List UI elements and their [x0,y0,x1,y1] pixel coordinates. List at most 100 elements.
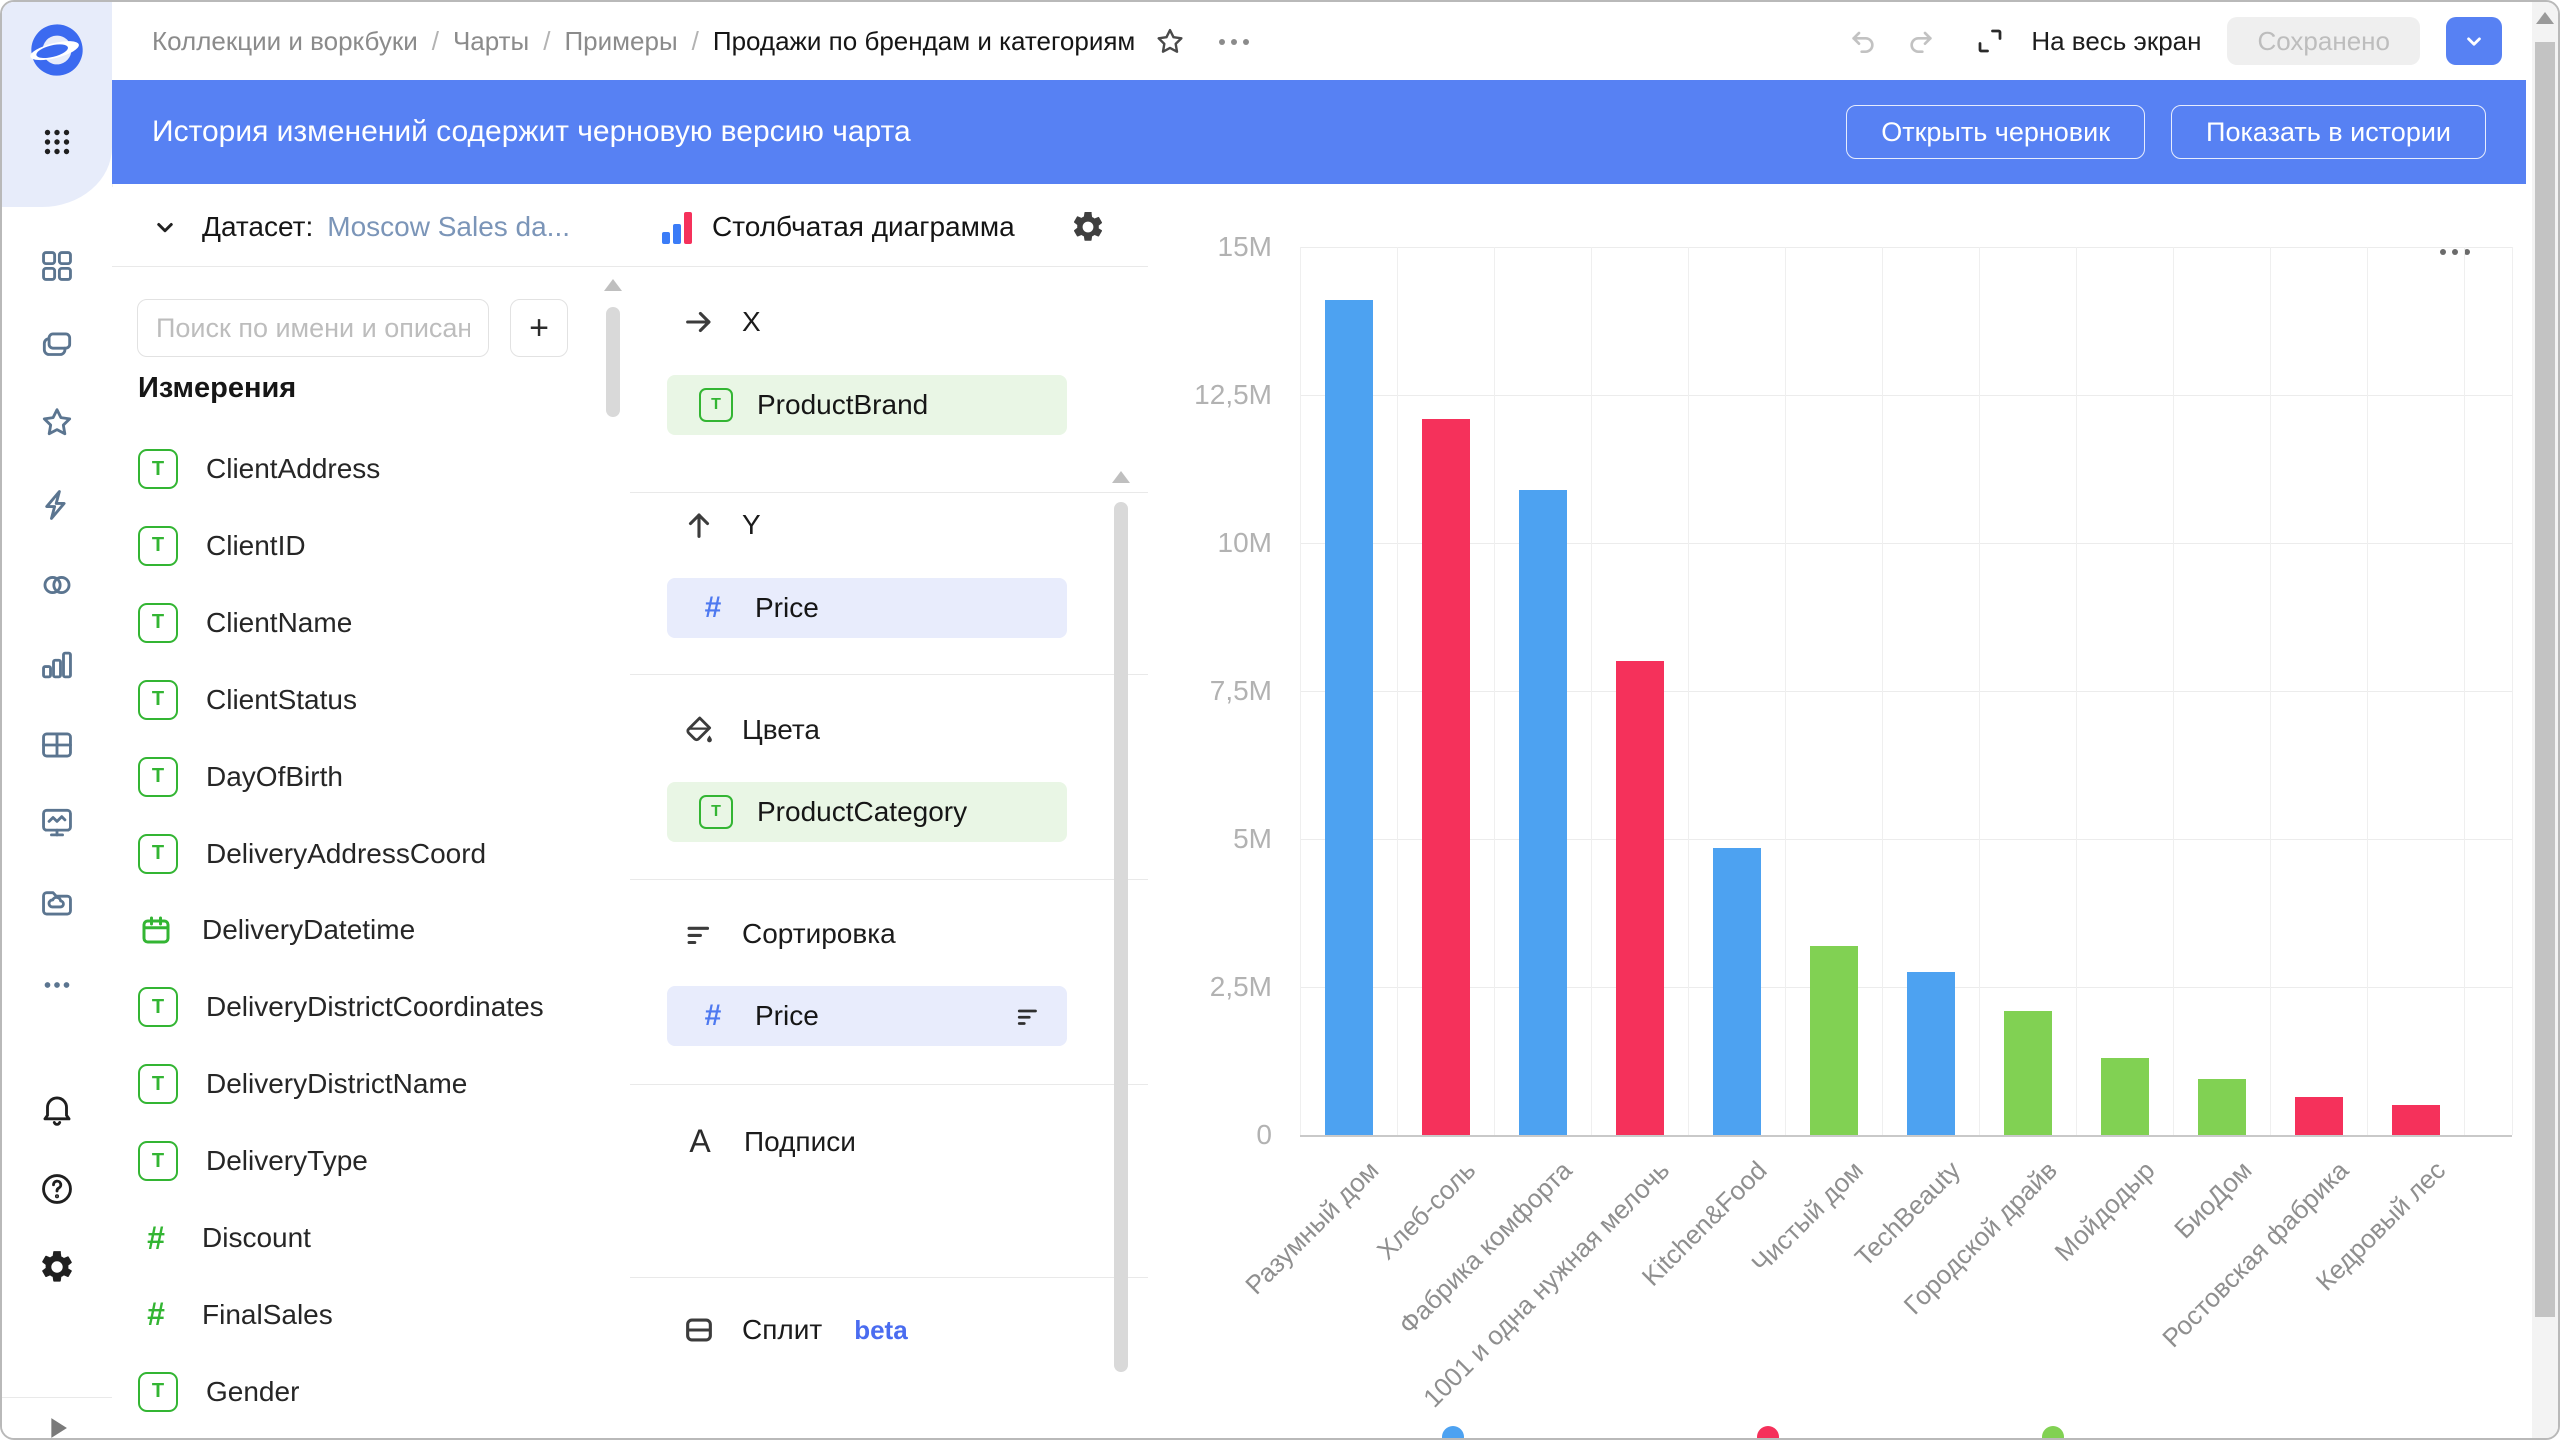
saved-button[interactable]: Сохранено [2227,17,2420,65]
field-row[interactable]: TClientName [138,593,578,653]
scrollbar-thumb[interactable] [2535,42,2555,1317]
bar-1001 и одна нужная мелочь[interactable] [1616,661,1664,1135]
chevron-down-icon[interactable] [150,212,180,242]
bar-Фабрика комфорта[interactable] [1519,490,1567,1135]
expand-sidebar-button[interactable] [2,1400,112,1440]
storage-folder-nav-item[interactable] [2,875,112,931]
undo-button[interactable] [1847,25,1879,57]
field-row[interactable]: TDayOfBirth [138,747,578,807]
favorites-star-nav-item[interactable] [2,395,112,451]
x-gridline [1979,247,1980,1135]
apps-grid-nav-item[interactable] [2,114,112,170]
x-field-chip[interactable]: T ProductBrand [667,375,1067,435]
add-field-button[interactable]: + [510,299,568,357]
dashboards-nav-item[interactable] [2,238,112,294]
legend-item[interactable]: Б [2042,1426,2093,1440]
fullscreen-button[interactable] [1975,26,2005,56]
breadcrumb-item[interactable]: Коллекции и воркбуки [152,26,418,57]
bar-chart-icon [662,210,692,244]
breadcrumb-more-button[interactable] [1212,30,1256,54]
datalens-logo[interactable] [27,20,87,80]
field-row[interactable]: TDeliveryDistrictName [138,1054,578,1114]
x-gridline [1785,247,1786,1135]
text-field-icon: T [138,603,178,643]
charts-nav-item[interactable] [2,637,112,693]
colors-field-chip[interactable]: T ProductCategory [667,782,1067,842]
field-row[interactable]: TDeliveryDistrictCoordinates [138,977,578,1037]
settings-gear-nav-item[interactable] [2,1239,112,1295]
chart-menu-button[interactable] [2440,249,2470,255]
field-row[interactable]: TClientStatus [138,670,578,730]
field-row[interactable]: TDeliveryAddressCoord [138,824,578,884]
field-row[interactable]: #FinalSales [138,1285,578,1345]
y-field-chip[interactable]: # Price [667,578,1067,638]
tables-nav-item[interactable] [2,717,112,773]
bar-TechBeauty[interactable] [1907,972,1955,1135]
dataset-name-link[interactable]: Moscow Sales da... [327,211,570,243]
help-nav-item[interactable] [2,1161,112,1217]
bar-Хлеб-соль[interactable] [1422,419,1470,1135]
breadcrumb[interactable]: Коллекции и воркбуки/Чарты/Примеры/Прода… [152,2,1135,80]
ellipsis-icon [1219,39,1249,45]
monitoring-nav-item[interactable] [2,795,112,851]
bar-Мойдодыр[interactable] [2101,1058,2149,1135]
field-name: ClientStatus [206,684,357,716]
arrow-right-icon [682,305,716,339]
field-row[interactable]: DeliveryDatetime [138,900,578,960]
x-axis-category-label: Разумный дом [1239,1155,1385,1301]
redo-button[interactable] [1905,25,1937,57]
open-draft-button[interactable]: Открыть черновик [1846,105,2145,159]
labels-section-header: A Подписи [682,1123,856,1160]
bar-Ростовская фабрика[interactable] [2295,1097,2343,1135]
breadcrumb-item[interactable]: Примеры [564,26,677,57]
gear-icon[interactable] [1070,209,1106,245]
bar-Чистый дом[interactable] [1810,946,1858,1135]
chart-type-label[interactable]: Столбчатая диаграмма [712,211,1015,243]
config-scroll-up-arrow[interactable] [1112,471,1130,483]
y-gridline [1300,543,2512,544]
show-in-history-button[interactable]: Показать в истории [2171,105,2486,159]
chart-config-panel: Столбчатая диаграмма X T ProductBrand Y … [630,187,1148,1440]
bar-Kitchen&Food[interactable] [1713,848,1761,1135]
y-gridline [1300,987,2512,988]
field-row[interactable]: TClientID [138,516,578,576]
y-gridline [1300,395,2512,396]
sort-field-name: Price [755,1000,819,1032]
config-scrollbar[interactable] [1114,502,1128,1372]
storage-folder-icon [38,884,76,922]
collections-nav-item[interactable] [2,317,112,373]
field-row[interactable]: #Discount [138,1208,578,1268]
connections-nav-item[interactable] [2,557,112,613]
window-scrollbar[interactable] [2532,2,2558,1440]
bar-Кедровый лес[interactable] [2392,1105,2440,1135]
more-dots-nav-item[interactable] [2,957,112,1013]
y-field-name: Price [755,592,819,624]
fullscreen-label[interactable]: На весь экран [2031,26,2201,57]
save-menu-button[interactable] [2446,17,2502,65]
split-section-header: Сплит beta [682,1313,908,1347]
sort-field-chip[interactable]: # Price [667,986,1067,1046]
legend-item[interactable]: Т [1442,1426,1492,1440]
fields-scroll-up-arrow[interactable] [604,279,622,291]
lightning-nav-item[interactable] [2,477,112,533]
fields-scrollbar[interactable] [606,307,620,417]
x-gridline [1591,247,1592,1135]
x-field-name: ProductBrand [757,389,928,421]
redo-icon [1905,25,1937,57]
sort-icon [682,917,716,951]
y-axis-tick-label: 0 [1152,1119,1272,1151]
bar-БиоДом[interactable] [2198,1079,2246,1135]
field-search-input[interactable] [137,299,489,357]
sort-desc-icon[interactable] [1013,1001,1043,1031]
bar-Разумный дом[interactable] [1325,300,1373,1135]
notifications-bell-nav-item[interactable] [2,1081,112,1137]
field-row[interactable]: TDeliveryType [138,1131,578,1191]
legend-item[interactable]: Б [1757,1426,1808,1440]
field-row[interactable]: TClientAddress [138,439,578,499]
bar-Городской драйв[interactable] [2004,1011,2052,1135]
favorite-button[interactable] [1152,24,1188,60]
breadcrumb-item[interactable]: Чарты [453,26,529,57]
scroll-up-arrow[interactable] [2536,12,2554,24]
field-row[interactable]: TGender [138,1362,578,1422]
text-field-icon: T [138,1141,178,1181]
